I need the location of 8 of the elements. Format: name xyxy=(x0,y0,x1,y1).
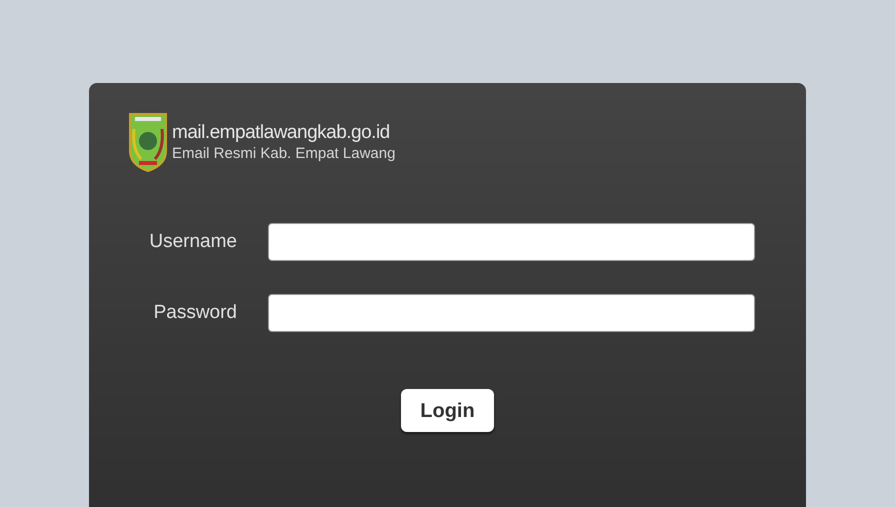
crest-icon xyxy=(127,111,169,173)
site-title: mail.empatlawangkab.go.id xyxy=(172,120,391,144)
login-button[interactable]: Login xyxy=(401,389,494,432)
field-label: Password xyxy=(152,300,237,325)
password-field[interactable] xyxy=(268,294,755,332)
username-field[interactable] xyxy=(268,223,755,261)
field-label: Username xyxy=(148,230,237,254)
site-subtitle: Email Resmi Kab. Empat Lawang xyxy=(172,144,396,164)
